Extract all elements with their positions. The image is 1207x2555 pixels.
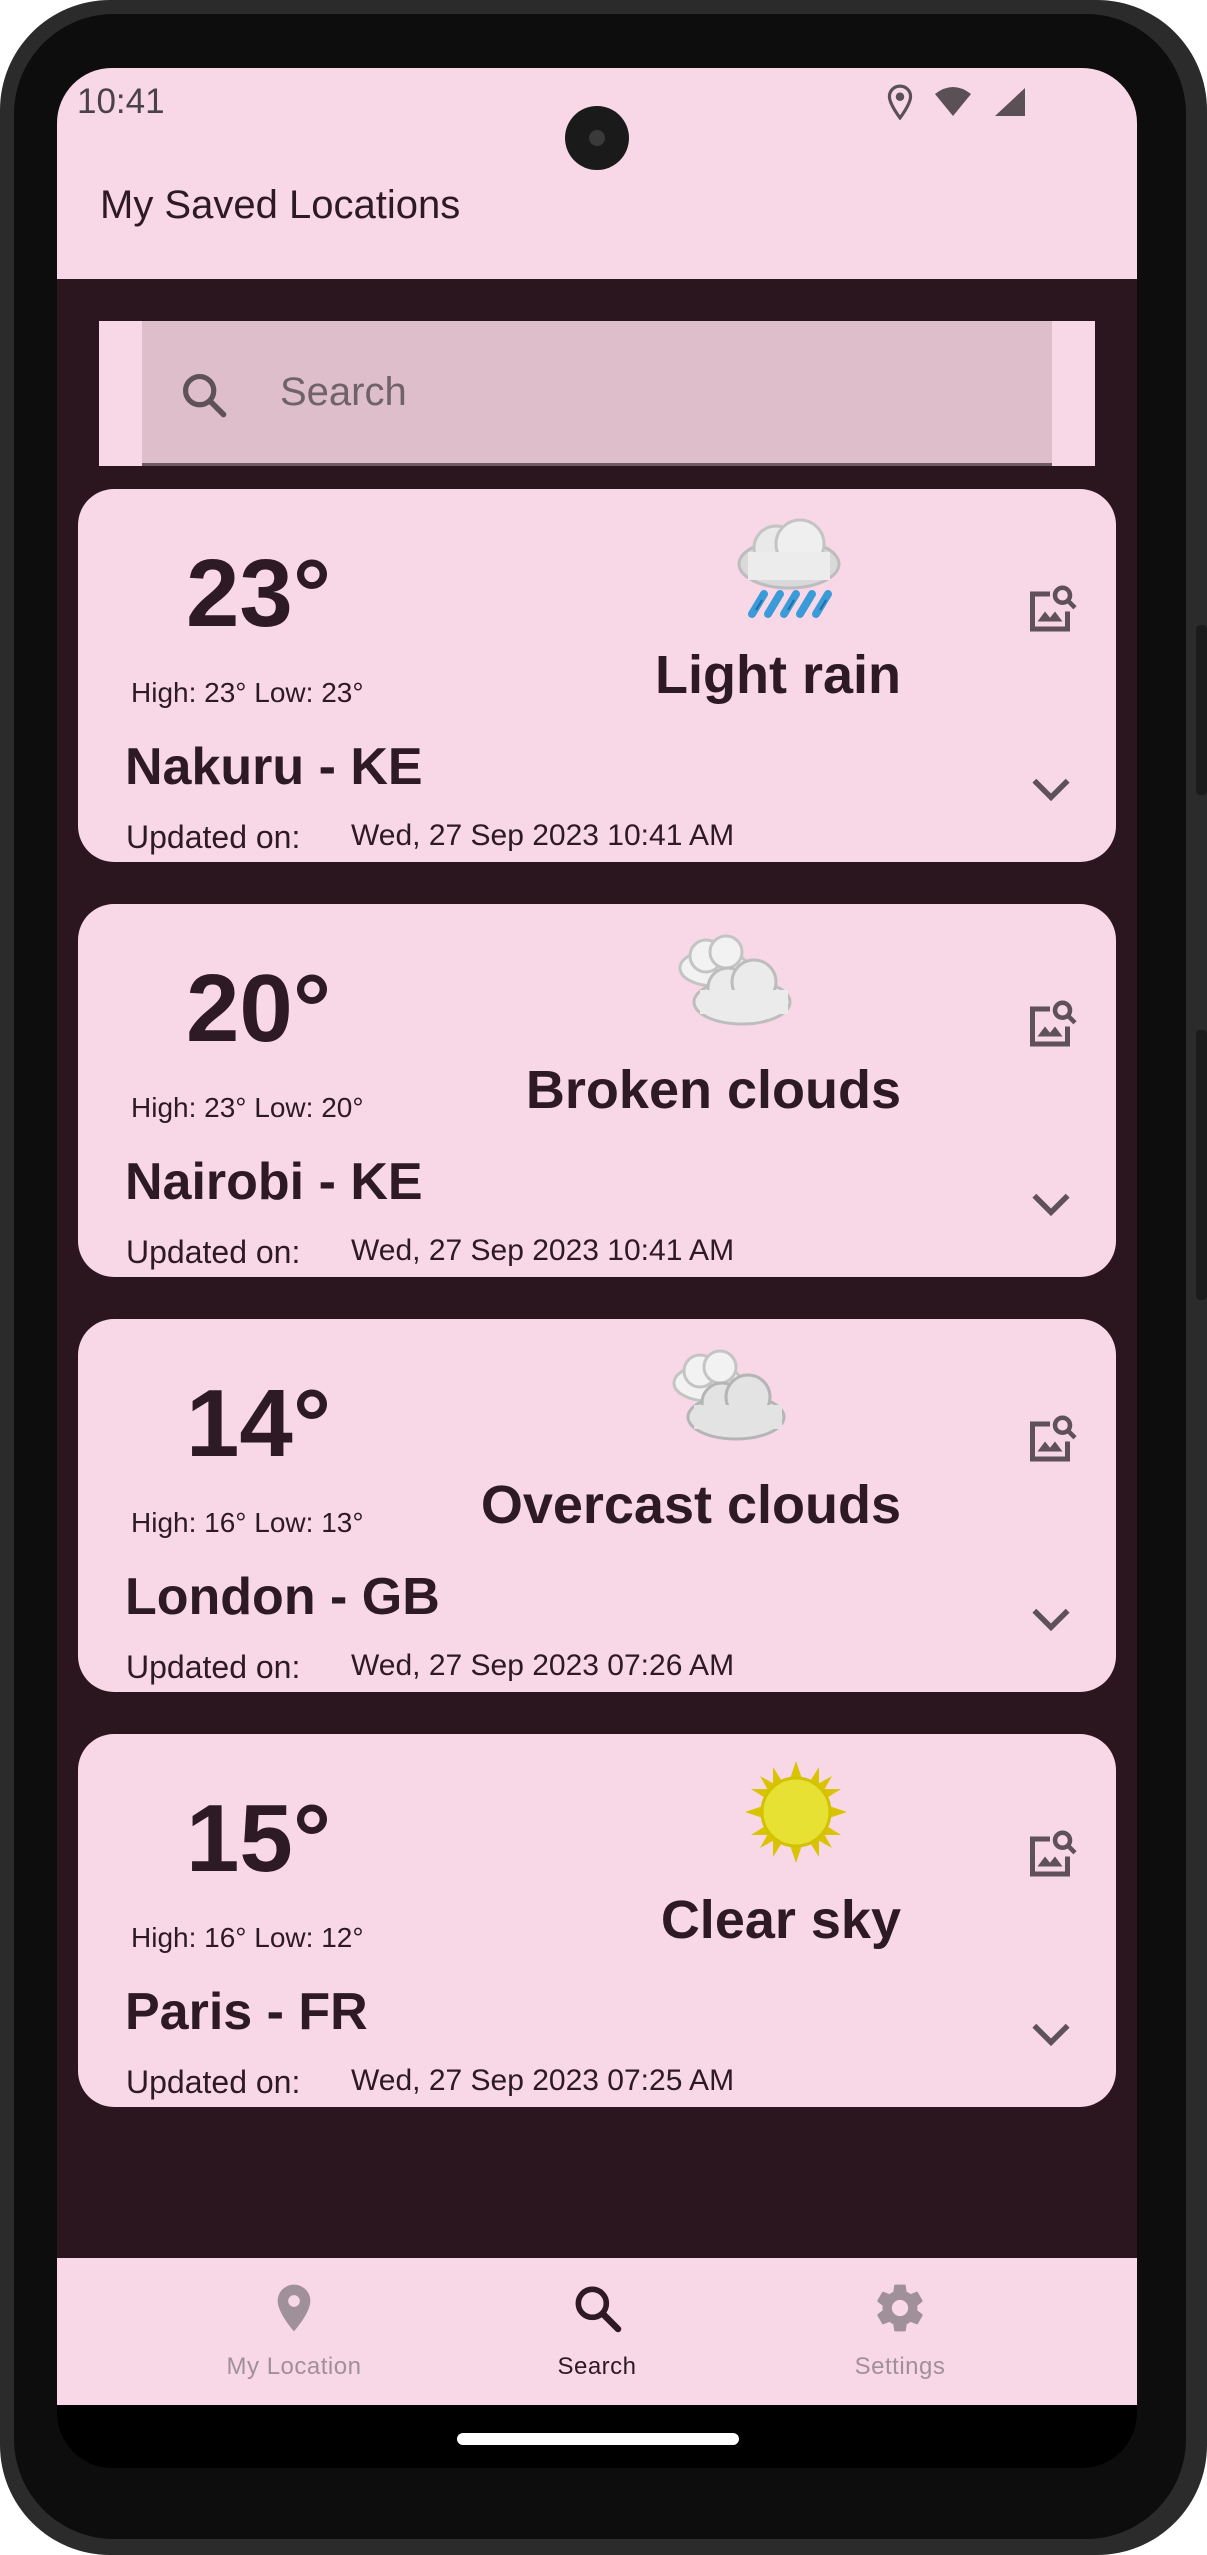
wifi-icon <box>935 87 971 116</box>
high-low: High: 16° Low: 13° <box>131 1507 364 1538</box>
location-card[interactable]: 20° High: 23° Low: 20° Nairobi - KE Upda… <box>78 904 1116 1277</box>
broken-clouds-icon <box>678 934 792 1026</box>
location-card[interactable]: 15° High: 16° Low: 12° Paris - FR Update… <box>78 1734 1116 2107</box>
search-icon <box>575 2286 622 2333</box>
temperature: 14° <box>186 1370 332 1477</box>
bottom-navigation: My Location Search Settings <box>57 2258 1137 2405</box>
updated-time: Wed, 27 Sep 2023 10:41 AM <box>351 819 735 852</box>
location-card[interactable]: 23° High: 23° Low: 23° Nakuru - KE Updat… <box>78 489 1116 862</box>
search-bar[interactable] <box>142 321 1052 466</box>
chevron-down-icon[interactable] <box>1026 1599 1076 1639</box>
chevron-down-icon[interactable] <box>1026 2014 1076 2054</box>
temperature: 20° <box>186 955 332 1062</box>
updated-label: Updated on: <box>126 1234 301 1270</box>
updated-label: Updated on: <box>126 1649 301 1685</box>
status-time: 10:41 <box>77 82 165 121</box>
updated-label: Updated on: <box>126 2064 301 2100</box>
image-search-icon[interactable] <box>1020 1824 1080 1884</box>
volume-button <box>1196 1030 1207 1300</box>
light-rain-icon <box>737 518 841 618</box>
top-app-bar: 10:41 My Saved Locations <box>57 68 1137 279</box>
nav-label: Settings <box>854 2353 946 2380</box>
weather-condition: Overcast clouds <box>480 1475 901 1535</box>
location-card[interactable]: 14° High: 16° Low: 13° London - GB Updat… <box>78 1319 1116 1692</box>
screen: 10:41 My Saved Locations Search 23° High… <box>57 68 1137 2468</box>
weather-condition: Light rain <box>655 645 901 705</box>
city-name: London - GB <box>125 1568 440 1626</box>
city-name: Nairobi - KE <box>125 1153 423 1211</box>
chevron-down-icon[interactable] <box>1026 1184 1076 1224</box>
home-indicator[interactable] <box>457 2433 739 2445</box>
overcast-clouds-icon <box>672 1349 786 1441</box>
search-icon <box>182 373 227 418</box>
signal-icon <box>995 88 1025 116</box>
search-input[interactable] <box>280 321 1020 463</box>
nav-label: Search <box>557 2353 637 2380</box>
page-title: My Saved Locations <box>100 183 461 227</box>
city-name: Nakuru - KE <box>125 738 423 796</box>
weather-condition: Clear sky <box>660 1890 901 1950</box>
city-name: Paris - FR <box>125 1983 368 2041</box>
chevron-down-icon[interactable] <box>1026 769 1076 809</box>
location-status-icon <box>887 84 913 120</box>
clear-sky-icon <box>745 1761 847 1863</box>
high-low: High: 16° Low: 12° <box>131 1922 364 1953</box>
nav-item-settings[interactable]: Settings <box>750 2258 1050 2405</box>
high-low: High: 23° Low: 23° <box>131 677 364 708</box>
updated-label: Updated on: <box>126 819 301 855</box>
gear-icon <box>877 2284 923 2332</box>
image-search-icon[interactable] <box>1020 994 1080 1054</box>
weather-condition: Broken clouds <box>525 1060 901 1120</box>
image-search-icon[interactable] <box>1020 1409 1080 1469</box>
high-low: High: 23° Low: 20° <box>131 1092 364 1123</box>
front-camera <box>565 106 629 170</box>
updated-time: Wed, 27 Sep 2023 07:26 AM <box>351 1649 735 1682</box>
status-icons <box>887 84 1027 120</box>
image-search-icon[interactable] <box>1020 579 1080 639</box>
location-pin-icon <box>277 2284 311 2332</box>
temperature: 23° <box>186 540 332 647</box>
nav-item-my-location[interactable]: My Location <box>144 2258 444 2405</box>
power-button <box>1196 625 1207 795</box>
updated-time: Wed, 27 Sep 2023 07:25 AM <box>351 2064 735 2097</box>
phone-frame: 10:41 My Saved Locations Search 23° High… <box>0 0 1207 2555</box>
search-container <box>99 321 1095 466</box>
updated-time: Wed, 27 Sep 2023 10:41 AM <box>351 1234 735 1267</box>
nav-item-search[interactable]: Search <box>447 2258 747 2405</box>
nav-label: My Location <box>226 2353 362 2380</box>
temperature: 15° <box>186 1785 332 1892</box>
